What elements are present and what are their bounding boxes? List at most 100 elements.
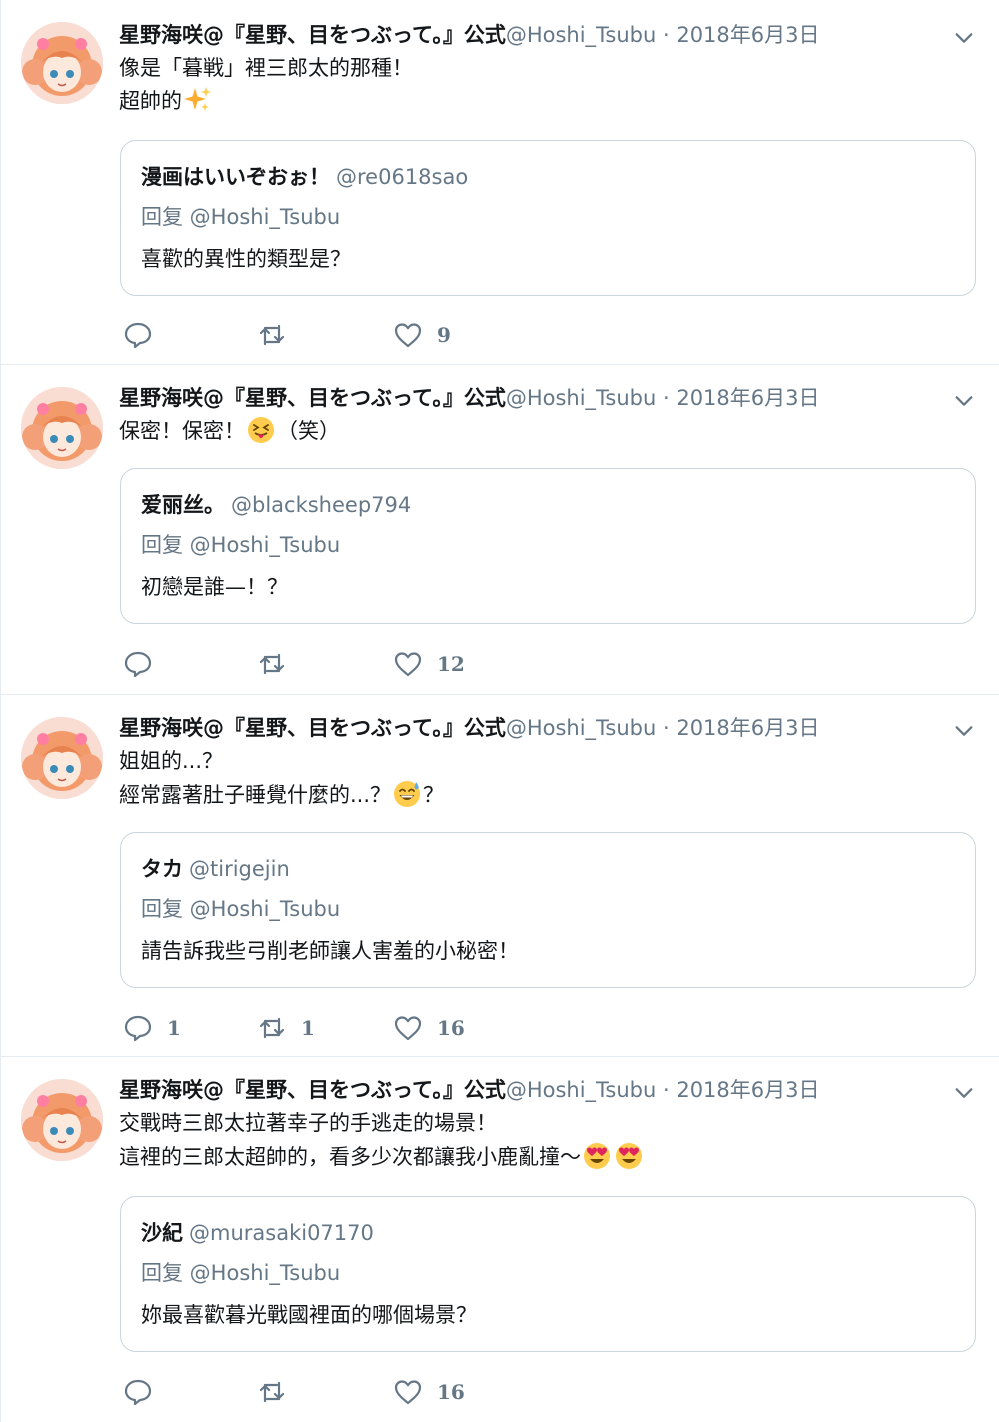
quoted-tweet-card[interactable]: 爱丽丝。 @blacksheep794 回复 @Hoshi_Tsubu 初戀是誰—…	[120, 468, 976, 624]
retweet-icon	[259, 1381, 285, 1403]
reply-bubble-icon	[124, 1379, 152, 1406]
retweet-button[interactable]	[257, 1372, 301, 1412]
tweet-header: 星野海咲@『星野、目をつぶって。』公式@Hoshi_Tsubu · 2018年6…	[119, 1073, 900, 1107]
quoted-author-name[interactable]: 爱丽丝。	[141, 493, 225, 517]
tweet[interactable]: 星野海咲@『星野、目をつぶって。』公式@Hoshi_Tsubu · 2018年6…	[1, 695, 999, 1057]
tweet-text: 經常露著肚子睡覺什麼的...？	[119, 783, 392, 807]
chevron-down-icon	[955, 726, 973, 736]
tweet-date[interactable]: 2018年6月3日	[676, 386, 819, 410]
tweet-menu-caret[interactable]	[950, 717, 978, 745]
reply-count: 1	[167, 1016, 181, 1040]
quoted-author-name[interactable]: 沙紀	[141, 1221, 183, 1245]
tweet-actions: 16	[119, 1372, 619, 1412]
reply-button[interactable]	[123, 315, 167, 355]
retweet-icon	[259, 653, 285, 675]
reply-to-label[interactable]: 回复 @Hoshi_Tsubu	[141, 527, 340, 563]
retweet-icon	[259, 324, 285, 346]
tweet-date[interactable]: 2018年6月3日	[676, 1078, 819, 1102]
tweet-text: 交戰時三郎太拉著幸子的手逃走的場景！	[119, 1111, 497, 1135]
reply-button[interactable]	[123, 644, 167, 684]
retweet-button[interactable]	[257, 315, 301, 355]
quoted-text: 喜歡的異性的類型是？	[141, 247, 351, 271]
author-handle[interactable]: @Hoshi_Tsubu	[506, 23, 656, 47]
heart-icon	[394, 1016, 422, 1041]
author-handle[interactable]: @Hoshi_Tsubu	[506, 1078, 656, 1102]
tweet-menu-caret[interactable]	[950, 24, 978, 52]
heart-eyes-emoji-icon	[584, 1143, 610, 1169]
heart-icon	[394, 323, 422, 348]
separator: ·	[656, 23, 677, 47]
quoted-header: 沙紀 @murasaki07170	[141, 1215, 374, 1251]
author-handle[interactable]: @Hoshi_Tsubu	[506, 716, 656, 740]
anime-girl-avatar-icon	[21, 717, 103, 799]
chevron-down-icon	[955, 396, 973, 406]
quoted-author-handle[interactable]: @murasaki07170	[189, 1221, 374, 1245]
reply-to-label[interactable]: 回复 @Hoshi_Tsubu	[141, 891, 340, 927]
heart-eyes-emoji-icon	[616, 1143, 642, 1169]
retweet-button[interactable]	[257, 644, 301, 684]
like-button[interactable]: 12	[393, 644, 465, 684]
chevron-down-icon	[955, 33, 973, 43]
avatar[interactable]	[21, 22, 103, 104]
quoted-author-handle[interactable]: @tirigejin	[189, 857, 290, 881]
tweet-header: 星野海咲@『星野、目をつぶって。』公式@Hoshi_Tsubu · 2018年6…	[119, 381, 900, 415]
reply-to-label[interactable]: 回复 @Hoshi_Tsubu	[141, 199, 340, 235]
quoted-header: タカ @tirigejin	[141, 851, 290, 887]
tweet-header: 星野海咲@『星野、目をつぶって。』公式@Hoshi_Tsubu · 2018年6…	[119, 711, 900, 745]
quoted-author-handle[interactable]: @blacksheep794	[231, 493, 411, 517]
quoted-tweet-card[interactable]: 漫画はいいぞおぉ！ @re0618sao 回复 @Hoshi_Tsubu 喜歡的異…	[120, 140, 976, 296]
timeline-feed: 星野海咲@『星野、目をつぶって。』公式@Hoshi_Tsubu · 2018年6…	[0, 0, 999, 1422]
tweet-text: 姐姐的...？	[119, 749, 224, 773]
author-name[interactable]: 星野海咲@『星野、目をつぶって。』公式	[119, 1078, 506, 1102]
retweet-icon	[259, 1017, 285, 1039]
tweet-text: 超帥的	[119, 89, 182, 113]
quoted-header: 爱丽丝。 @blacksheep794	[141, 487, 411, 523]
tweet-text: ？	[423, 783, 445, 807]
tweet[interactable]: 星野海咲@『星野、目をつぶって。』公式@Hoshi_Tsubu · 2018年6…	[1, 0, 999, 365]
tweet[interactable]: 星野海咲@『星野、目をつぶって。』公式@Hoshi_Tsubu · 2018年6…	[1, 1057, 999, 1422]
avatar[interactable]	[21, 1079, 103, 1161]
tweet-text: 像是「暮戦」裡三郎太的那種！	[119, 56, 413, 80]
quoted-text: 妳最喜歡暮光戰國裡面的哪個場景？	[141, 1303, 477, 1327]
tweet-actions: 1 1 16	[119, 1008, 619, 1048]
tweet-text: 保密！保密！	[119, 419, 245, 443]
tweet-text-line: 交戰時三郎太拉著幸子的手逃走的場景！	[119, 1107, 960, 1140]
quoted-tweet-card[interactable]: タカ @tirigejin 回复 @Hoshi_Tsubu 請告訴我些弓削老師讓人…	[120, 832, 976, 988]
author-name[interactable]: 星野海咲@『星野、目をつぶって。』公式	[119, 716, 506, 740]
tweet-text: 這裡的三郎太超帥的，看多少次都讓我小鹿亂撞〜	[119, 1145, 581, 1169]
tweet-menu-caret[interactable]	[950, 1079, 978, 1107]
like-button[interactable]: 16	[393, 1372, 465, 1412]
tweet-date[interactable]: 2018年6月3日	[676, 23, 819, 47]
tweet-menu-caret[interactable]	[950, 387, 978, 415]
like-button[interactable]: 16	[393, 1008, 465, 1048]
tweet-text-line: 超帥的	[119, 85, 960, 118]
tweet-date[interactable]: 2018年6月3日	[676, 716, 819, 740]
heart-icon	[394, 1380, 422, 1405]
like-button[interactable]: 9	[393, 315, 451, 355]
quoted-author-name[interactable]: 漫画はいいぞおぉ！	[141, 165, 330, 189]
anime-girl-avatar-icon	[21, 387, 103, 469]
tweet-header: 星野海咲@『星野、目をつぶって。』公式@Hoshi_Tsubu · 2018年6…	[119, 18, 900, 52]
chevron-down-icon	[955, 1088, 973, 1098]
reply-button[interactable]: 1	[123, 1008, 181, 1048]
tweet-text-line: 經常露著肚子睡覺什麼的...？ ？	[119, 779, 960, 812]
author-handle[interactable]: @Hoshi_Tsubu	[506, 386, 656, 410]
separator: ·	[656, 1078, 677, 1102]
quoted-tweet-card[interactable]: 沙紀 @murasaki07170 回复 @Hoshi_Tsubu 妳最喜歡暮光戰…	[120, 1196, 976, 1352]
avatar[interactable]	[21, 717, 103, 799]
tweet[interactable]: 星野海咲@『星野、目をつぶって。』公式@Hoshi_Tsubu · 2018年6…	[1, 365, 999, 695]
quoted-author-handle[interactable]: @re0618sao	[336, 165, 468, 189]
avatar[interactable]	[21, 387, 103, 469]
retweet-button[interactable]: 1	[257, 1008, 315, 1048]
like-count: 9	[437, 323, 451, 347]
like-count: 16	[437, 1016, 465, 1040]
author-name[interactable]: 星野海咲@『星野、目をつぶって。』公式	[119, 386, 506, 410]
reply-to-label[interactable]: 回复 @Hoshi_Tsubu	[141, 1255, 340, 1291]
tweet-text-line: 像是「暮戦」裡三郎太的那種！	[119, 52, 960, 85]
reply-bubble-icon	[124, 322, 152, 349]
like-count: 16	[437, 1380, 465, 1404]
quoted-author-name[interactable]: タカ	[141, 857, 183, 881]
tweet-text: （笑）	[277, 419, 340, 443]
reply-button[interactable]	[123, 1372, 167, 1412]
author-name[interactable]: 星野海咲@『星野、目をつぶって。』公式	[119, 23, 506, 47]
